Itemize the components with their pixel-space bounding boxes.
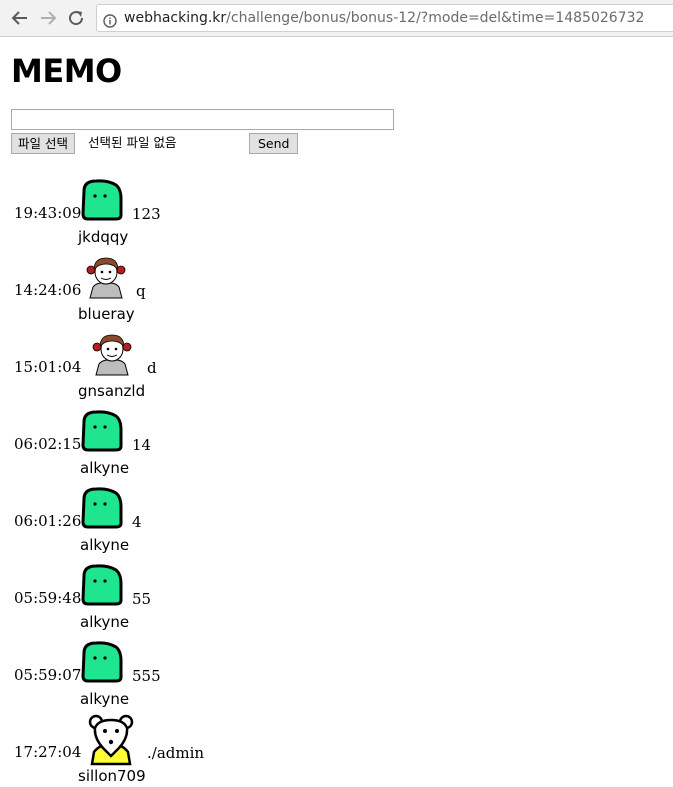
- back-arrow-icon[interactable]: [10, 8, 30, 28]
- memo-user: alkyne: [80, 459, 130, 477]
- memo-entry: 19:43:09 123 jkdqqy: [0, 177, 673, 247]
- green-blob-avatar: [80, 562, 124, 608]
- memo-user: alkyne: [80, 613, 130, 631]
- memo-entry: 05:59:07 555 alkyne: [0, 639, 673, 709]
- girl-avatar: [90, 331, 134, 377]
- file-select-button[interactable]: 파일 선택: [11, 133, 75, 154]
- info-icon[interactable]: [103, 11, 117, 31]
- memo-entry: 05:59:48 55 alkyne: [0, 562, 673, 632]
- memo-time: 05:59:07: [14, 666, 82, 684]
- url-path: /challenge/bonus/bonus-12/?mode=del&time…: [226, 10, 645, 26]
- memo-user: gnsanzld: [78, 382, 146, 400]
- forward-arrow-icon[interactable]: [38, 8, 58, 28]
- memo-user: jkdqqy: [78, 228, 129, 246]
- memo-entry: 14:24:06 q blueray: [0, 254, 673, 324]
- page-title: MEMO: [11, 52, 122, 90]
- green-blob-avatar: [80, 408, 124, 454]
- file-status: 선택된 파일 없음: [88, 135, 177, 150]
- memo-entry: 17:27:04 ./admin sillon709: [0, 716, 673, 786]
- memo-time: 14:24:06: [14, 281, 82, 299]
- url-text: webhacking.kr/challenge/bonus/bonus-12/?…: [124, 5, 644, 31]
- memo-time: 15:01:04: [14, 358, 82, 376]
- memo-message: d: [147, 359, 157, 377]
- send-button[interactable]: Send: [249, 133, 299, 154]
- memo-entry: 06:01:26 4 alkyne: [0, 485, 673, 555]
- memo-message: q: [136, 282, 146, 300]
- memo-message: 14: [132, 436, 152, 454]
- memo-message: ./admin: [147, 744, 205, 762]
- address-bar[interactable]: webhacking.kr/challenge/bonus/bonus-12/?…: [96, 4, 673, 32]
- memo-time: 19:43:09: [14, 204, 82, 222]
- memo-message: 123: [132, 205, 161, 223]
- girl-avatar: [84, 254, 128, 300]
- mouse-avatar: [86, 714, 136, 766]
- memo-time: 17:27:04: [14, 743, 82, 761]
- memo-entry: 15:01:04 d gnsanzld: [0, 331, 673, 401]
- memo-user: blueray: [78, 305, 135, 323]
- memo-message: 4: [132, 513, 142, 531]
- memo-user: alkyne: [80, 536, 130, 554]
- green-blob-avatar: [80, 639, 124, 685]
- memo-message: 55: [132, 590, 152, 608]
- green-blob-avatar: [80, 177, 124, 223]
- memo-time: 06:01:26: [14, 512, 82, 530]
- memo-page: MEMO 파일 선택 선택된 파일 없음 Send 19:43:09 123 j…: [0, 37, 673, 787]
- memo-time: 06:02:15: [14, 435, 82, 453]
- url-host: webhacking.kr: [124, 10, 227, 26]
- memo-message: 555: [132, 667, 161, 685]
- memo-input[interactable]: [11, 109, 394, 130]
- reload-icon[interactable]: [66, 8, 86, 28]
- green-blob-avatar: [80, 485, 124, 531]
- memo-user: alkyne: [80, 690, 130, 708]
- memo-user: sillon709: [78, 767, 146, 785]
- memo-entry: 06:02:15 14 alkyne: [0, 408, 673, 478]
- memo-time: 05:59:48: [14, 589, 82, 607]
- browser-toolbar: webhacking.kr/challenge/bonus/bonus-12/?…: [0, 0, 673, 37]
